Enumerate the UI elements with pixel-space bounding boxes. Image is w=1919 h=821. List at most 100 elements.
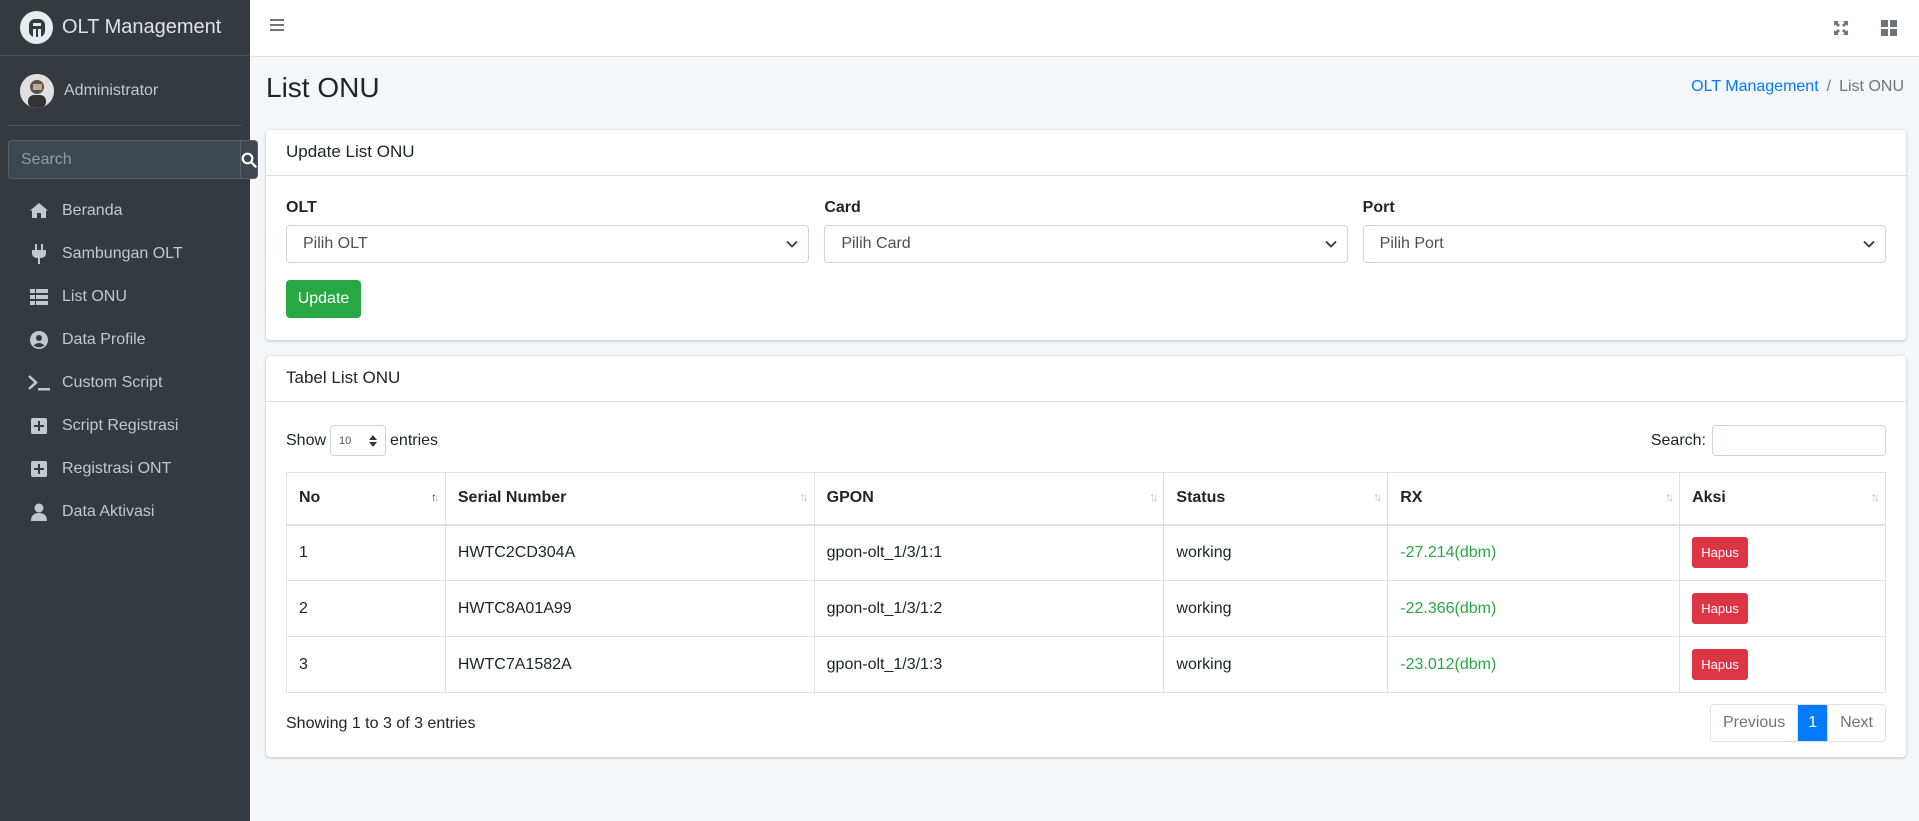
column-header-serial-number[interactable]: Serial Number ↑↓ xyxy=(444,472,815,526)
cell-gpon: gpon-olt_1/3/1:1 xyxy=(813,524,1165,581)
cell-aksi: Hapus xyxy=(1679,524,1886,581)
olt-select[interactable]: Pilih OLT xyxy=(286,225,810,263)
breadcrumb-current: List ONU xyxy=(1839,78,1904,95)
sidebar-search-input[interactable] xyxy=(8,140,240,179)
column-header-aksi[interactable]: Aksi ↑↓ xyxy=(1679,472,1886,526)
table-card-title: Tabel List ONU xyxy=(266,356,1906,402)
sidebar-item-list-onu[interactable]: List ONU xyxy=(8,275,242,318)
breadcrumb-home-link[interactable]: OLT Management xyxy=(1691,78,1818,95)
port-select-value: Pilih Port xyxy=(1379,235,1444,252)
cell-no: 3 xyxy=(286,636,446,693)
port-select[interactable]: Pilih Port xyxy=(1362,225,1886,263)
cell-serial-number: HWTC7A1582A xyxy=(444,636,815,693)
cell-status: working xyxy=(1163,580,1389,637)
table-search-input[interactable] xyxy=(1712,425,1886,456)
sort-updown-icon xyxy=(369,434,378,447)
chevron-down-icon xyxy=(1863,240,1875,248)
avatar xyxy=(20,73,54,108)
breadcrumb: OLT Management / List ONU xyxy=(1691,78,1904,96)
sidebar-item-script-registrasi[interactable]: Script Registrasi xyxy=(8,404,242,447)
update-list-card: Update List ONU OLT Pilih OLT Card Pilih… xyxy=(266,130,1906,340)
user-circle-icon xyxy=(28,330,50,350)
table-row: 3 HWTC7A1582A gpon-olt_1/3/1:3 working -… xyxy=(286,636,1886,693)
sidebar-nav: Beranda Sambungan OLT List ONU Data Prof… xyxy=(0,189,250,533)
delete-button[interactable]: Hapus xyxy=(1692,593,1749,624)
sort-icon: ↑↓ xyxy=(799,490,809,504)
card-select[interactable]: Pilih Card xyxy=(824,225,1348,263)
breadcrumb-separator: / xyxy=(1826,78,1832,95)
show-entries: Show 10 entries xyxy=(286,425,438,456)
table-list-icon xyxy=(28,287,50,307)
column-header-gpon[interactable]: GPON ↑↓ xyxy=(813,472,1165,526)
brand-link[interactable]: OLT Management xyxy=(0,0,250,56)
olt-label: OLT xyxy=(286,199,317,216)
brand-title: OLT Management xyxy=(62,16,222,38)
card-field-group: Card Pilih Card xyxy=(824,199,1348,263)
sidebar-item-data-profile[interactable]: Data Profile xyxy=(8,318,242,361)
cell-rx: -27.214(dbm) xyxy=(1387,524,1681,581)
control-sidebar-icon[interactable] xyxy=(1881,20,1897,36)
chevron-down-icon xyxy=(1325,240,1337,248)
port-field-group: Port Pilih Port xyxy=(1362,199,1886,263)
chevron-down-icon xyxy=(786,240,798,248)
sidebar-item-beranda[interactable]: Beranda xyxy=(8,189,242,232)
sidebar-item-label: Script Registrasi xyxy=(62,416,179,434)
fullscreen-icon[interactable] xyxy=(1833,20,1849,36)
card-label: Card xyxy=(824,199,861,216)
sidebar-item-custom-script[interactable]: Custom Script xyxy=(8,361,242,404)
delete-button[interactable]: Hapus xyxy=(1692,649,1749,680)
user-name: Administrator xyxy=(64,81,159,99)
onu-table-card: Tabel List ONU Show 10 entries Search: N… xyxy=(266,356,1906,757)
cell-rx: -23.012(dbm) xyxy=(1387,636,1681,693)
sidebar-item-label: List ONU xyxy=(62,287,127,305)
cell-gpon: gpon-olt_1/3/1:2 xyxy=(813,580,1165,637)
table-header-row: No ↑↓ Serial Number ↑↓ GPON ↑↓ Status ↑↓ RX ↑… xyxy=(286,472,1886,526)
sidebar-item-sambungan-olt[interactable]: Sambungan OLT xyxy=(8,232,242,275)
olt-field-group: OLT Pilih OLT xyxy=(286,199,810,263)
sidebar-item-label: Registrasi ONT xyxy=(62,459,172,477)
delete-button[interactable]: Hapus xyxy=(1692,537,1749,569)
column-header-status[interactable]: Status ↑↓ xyxy=(1163,472,1389,526)
sort-icon: ↑↓ xyxy=(1149,490,1158,504)
sidebar-search-button[interactable] xyxy=(240,140,258,179)
cell-aksi: Hapus xyxy=(1679,636,1886,693)
pagination-next-button[interactable]: Next xyxy=(1828,705,1885,741)
pagination-previous-button[interactable]: Previous xyxy=(1711,705,1799,741)
update-button[interactable]: Update xyxy=(286,280,361,318)
sidebar: OLT Management Administrator Beranda Sam… xyxy=(0,0,258,821)
olt-select-value: Pilih OLT xyxy=(303,235,368,252)
top-navbar xyxy=(250,0,1919,57)
menu-toggle-icon[interactable] xyxy=(270,19,284,31)
cell-no: 2 xyxy=(286,580,446,637)
show-label: Show xyxy=(286,431,327,449)
sidebar-item-registrasi-ont[interactable]: Registrasi ONT xyxy=(8,447,242,490)
sidebar-search xyxy=(8,140,258,179)
pagination: Previous 1 Next xyxy=(1709,704,1886,742)
cell-aksi: Hapus xyxy=(1679,580,1886,637)
update-card-title: Update List ONU xyxy=(266,130,1906,176)
cell-serial-number: HWTC8A01A99 xyxy=(444,580,815,637)
table-search-label: Search: xyxy=(1650,431,1706,449)
table-search: Search: xyxy=(1651,425,1886,456)
entries-length-select[interactable]: 10 xyxy=(330,425,387,456)
sidebar-item-data-aktivasi[interactable]: Data Aktivasi xyxy=(8,490,242,533)
cell-rx: -22.366(dbm) xyxy=(1387,580,1681,637)
cell-status: working xyxy=(1163,636,1389,693)
column-header-no[interactable]: No ↑↓ xyxy=(286,472,446,526)
terminal-icon xyxy=(28,373,50,393)
sidebar-item-label: Beranda xyxy=(62,201,123,219)
plus-square-icon xyxy=(28,416,50,436)
column-header-rx[interactable]: RX ↑↓ xyxy=(1387,472,1681,526)
search-icon xyxy=(241,152,257,168)
sort-icon: ↑↓ xyxy=(1373,490,1382,504)
port-label: Port xyxy=(1362,199,1395,216)
user-panel[interactable]: Administrator xyxy=(8,56,242,126)
pagination-page-1[interactable]: 1 xyxy=(1798,705,1829,741)
user-icon xyxy=(28,502,50,522)
home-icon xyxy=(28,201,50,221)
sidebar-item-label: Sambungan OLT xyxy=(62,244,183,262)
sidebar-item-label: Custom Script xyxy=(62,373,163,391)
sort-icon: ↑↓ xyxy=(1871,490,1880,504)
card-select-value: Pilih Card xyxy=(841,235,911,252)
cell-serial-number: HWTC2CD304A xyxy=(444,524,815,581)
